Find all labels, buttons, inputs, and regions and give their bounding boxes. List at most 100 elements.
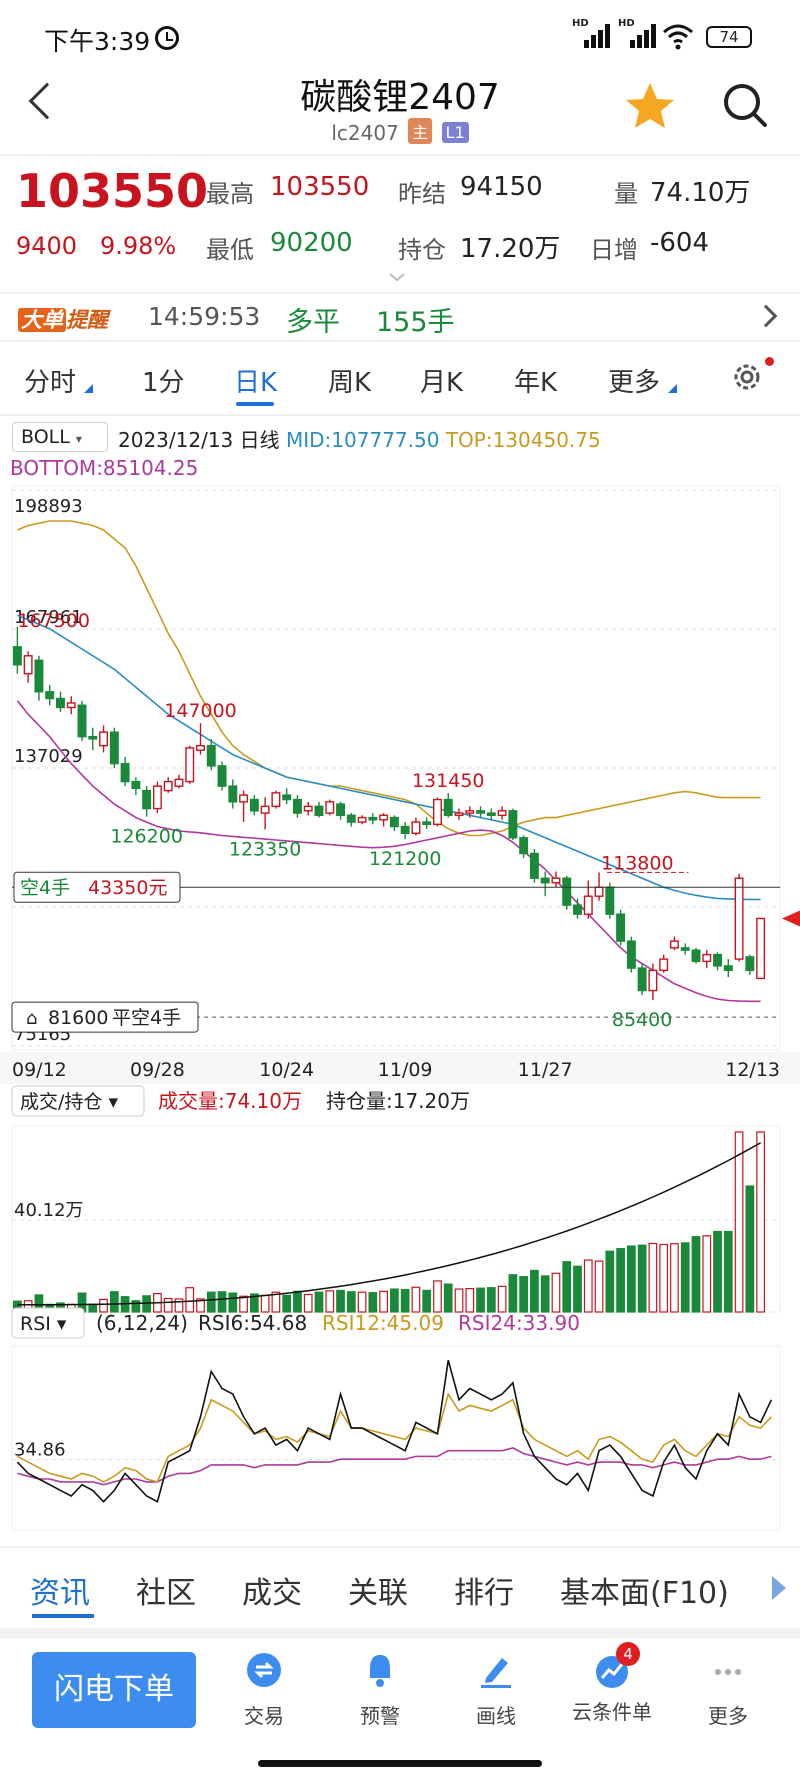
hd-label-1: HD xyxy=(572,18,589,29)
nav-cloud-order-label: 云条件单 xyxy=(572,1700,652,1724)
low-label: 最低 xyxy=(206,236,254,264)
rsi-params: (6,12,24) xyxy=(96,1311,188,1335)
scroll-right-icon[interactable] xyxy=(772,1576,786,1600)
volume-bar xyxy=(239,1295,248,1313)
favorite-star-icon[interactable] xyxy=(624,80,676,132)
notification-dot xyxy=(765,357,774,366)
candle xyxy=(152,785,162,810)
divider xyxy=(0,414,800,416)
dropdown-triangle-icon xyxy=(84,384,93,393)
candle xyxy=(573,904,582,915)
volume-bar xyxy=(109,1291,119,1313)
tab-related[interactable]: 关联 xyxy=(348,1568,408,1612)
candle xyxy=(551,877,561,884)
volume-bar xyxy=(476,1287,485,1313)
trade-icon xyxy=(247,1653,281,1687)
candle xyxy=(734,877,744,960)
tab-fundamentals[interactable]: 基本面(F10) xyxy=(560,1568,729,1612)
back-icon[interactable] xyxy=(28,82,66,120)
candle xyxy=(228,785,238,803)
candle xyxy=(756,917,766,980)
tab-yearly[interactable]: 年K xyxy=(514,362,557,399)
nav-more[interactable]: 更多 xyxy=(680,1650,776,1729)
l1-tag: L1 xyxy=(441,122,469,143)
tab-news[interactable]: 资讯 xyxy=(30,1568,90,1612)
alert-type: 多平 xyxy=(286,307,340,338)
candle xyxy=(691,949,701,963)
volume-value: 74.10万 xyxy=(650,178,751,208)
rsi6-line xyxy=(16,1359,773,1503)
bell-icon xyxy=(370,1655,390,1687)
cloud-order-icon: 4 xyxy=(592,1642,640,1690)
annotation-low-last: 85400 xyxy=(612,1009,672,1031)
flash-order-button[interactable]: 闪电下单 xyxy=(32,1652,196,1728)
gear-icon[interactable] xyxy=(730,360,764,394)
nav-cloud-order[interactable]: 4 云条件单 xyxy=(564,1642,660,1725)
order-action: 平空4手 xyxy=(112,1007,181,1029)
candle xyxy=(702,953,712,963)
volume-bar xyxy=(454,1288,464,1313)
tab-1min[interactable]: 1分 xyxy=(142,362,185,399)
date-axis-label: 09/12 xyxy=(12,1059,67,1081)
tab-monthly[interactable]: 月K xyxy=(420,362,463,399)
volume-bar xyxy=(508,1274,518,1313)
candle xyxy=(292,798,302,814)
volume-bar xyxy=(390,1288,399,1313)
candle xyxy=(120,762,130,783)
volume-bar xyxy=(648,1242,658,1313)
tab-ranking[interactable]: 排行 xyxy=(454,1568,514,1612)
expand-chevron-icon[interactable] xyxy=(388,272,406,282)
candle xyxy=(336,803,345,817)
volume-bar xyxy=(637,1244,647,1313)
candle xyxy=(142,789,152,810)
nav-alert[interactable]: 预警 xyxy=(332,1650,428,1729)
tab-community[interactable]: 社区 xyxy=(136,1568,196,1612)
tab-trades[interactable]: 成交 xyxy=(242,1568,302,1612)
candle xyxy=(325,801,335,814)
alert-badge-part-b: 提醒 xyxy=(66,308,108,332)
nav-draw-line[interactable]: 画线 xyxy=(448,1650,544,1729)
nav-trade-label: 交易 xyxy=(244,1704,284,1728)
annotation-low-3: 121200 xyxy=(369,848,442,870)
boll-bottom: BOTTOM:85104.25 xyxy=(10,456,199,480)
status-time: 下午3:39 xyxy=(44,27,151,56)
open-interest-label: 持仓 xyxy=(398,236,446,264)
candle xyxy=(519,837,529,855)
tab-more[interactable]: 更多 xyxy=(608,362,660,399)
active-tab-indicator xyxy=(32,1614,94,1618)
candle xyxy=(433,798,442,826)
tab-daily[interactable]: 日K xyxy=(234,362,277,399)
volume-bar xyxy=(519,1276,529,1313)
kline-chart[interactable]: 19889316796113702910609775165 1675001470… xyxy=(0,480,800,1540)
wifi-icon xyxy=(663,24,693,50)
alert-quantity: 155手 xyxy=(376,307,455,338)
boll-top-line xyxy=(17,520,761,837)
position-label: 空4手 xyxy=(20,877,70,899)
status-bar: 下午3:39 HD HD 74 xyxy=(0,0,800,70)
volume-bar xyxy=(422,1289,432,1313)
price-change: 9400 9.98% xyxy=(16,232,176,260)
volume-bar xyxy=(713,1230,722,1313)
signal-icon-1: HD xyxy=(572,18,610,48)
volume-bar xyxy=(562,1261,572,1313)
candle xyxy=(12,646,22,666)
volume-bar xyxy=(303,1293,313,1313)
search-icon[interactable] xyxy=(722,82,768,128)
volume-bar xyxy=(530,1269,539,1313)
candle xyxy=(163,780,173,792)
tab-intraday[interactable]: 分时 xyxy=(24,362,76,399)
candle xyxy=(303,805,313,812)
high-label: 最高 xyxy=(206,180,254,208)
candle xyxy=(465,810,475,814)
chevron-right-icon[interactable] xyxy=(754,304,778,328)
tab-weekly[interactable]: 周K xyxy=(328,362,371,399)
indicator-select[interactable]: BOLL ▾ xyxy=(12,422,108,452)
volume-text: 成交量:74.10万 xyxy=(158,1089,302,1113)
low-value: 90200 xyxy=(270,228,353,258)
rsi-panel-frame xyxy=(11,1345,781,1531)
candle xyxy=(723,965,733,972)
active-tab-indicator xyxy=(236,402,274,406)
nav-trade[interactable]: 交易 xyxy=(216,1650,312,1729)
candle xyxy=(583,895,593,915)
volume-bar xyxy=(346,1291,356,1313)
